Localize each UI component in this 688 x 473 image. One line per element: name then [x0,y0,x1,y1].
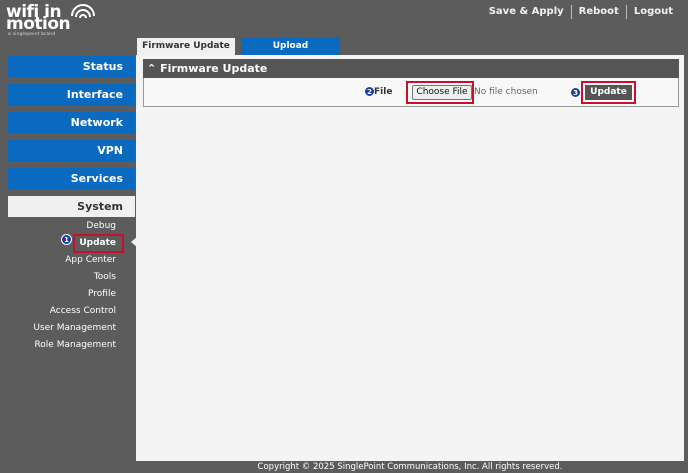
sidebar-item-status[interactable]: Status [8,56,135,77]
sidebar-item-vpn[interactable]: VPN [8,140,135,161]
reboot-link[interactable]: Reboot [572,5,626,19]
sidebar-item-network[interactable]: Network [8,112,135,133]
footer-copyright: Copyright © 2025 SinglePoint Communicati… [257,462,563,472]
main-content [136,55,684,461]
submenu-item-tools[interactable]: Tools [94,271,116,283]
save-apply-link[interactable]: Save & Apply [482,5,571,19]
submenu-item-user-management[interactable]: User Management [33,322,116,334]
collapse-chevron-icon[interactable]: ⌃ [147,62,156,75]
panel-title: Firmware Update [160,62,268,75]
sidebar-item-system[interactable]: System [8,196,135,217]
brand-logo: wifi in motion a singlepoint brand [6,2,116,38]
step-marker-3: 3 [570,87,581,98]
step-marker-1: 1 [61,234,72,245]
submenu-item-debug[interactable]: Debug [86,220,116,232]
sidebar-item-services[interactable]: Services [8,168,135,189]
file-label: File [374,87,393,97]
panel-header: ⌃ Firmware Update [143,59,679,78]
top-navigation: Save & Apply Reboot Logout [482,5,680,19]
wifi-signal-icon [71,4,95,19]
submenu-item-access-control[interactable]: Access Control [50,305,116,317]
tab-upload[interactable]: Upload [241,38,340,55]
file-status-text: No file chosen [474,87,538,97]
sidebar-item-interface[interactable]: Interface [8,84,135,105]
choose-file-button[interactable]: Choose File [412,85,472,100]
tab-firmware-update[interactable]: Firmware Update [137,38,235,55]
submenu-item-role-management[interactable]: Role Management [34,339,116,351]
submenu-item-update[interactable]: Update [79,237,116,249]
update-button[interactable]: Update [585,85,632,100]
submenu-item-app-center[interactable]: App Center [65,254,116,266]
brand-line-2: motion [6,14,71,34]
submenu-item-profile[interactable]: Profile [88,288,116,300]
brand-tagline: a singlepoint brand [8,32,56,37]
logout-link[interactable]: Logout [627,5,680,19]
